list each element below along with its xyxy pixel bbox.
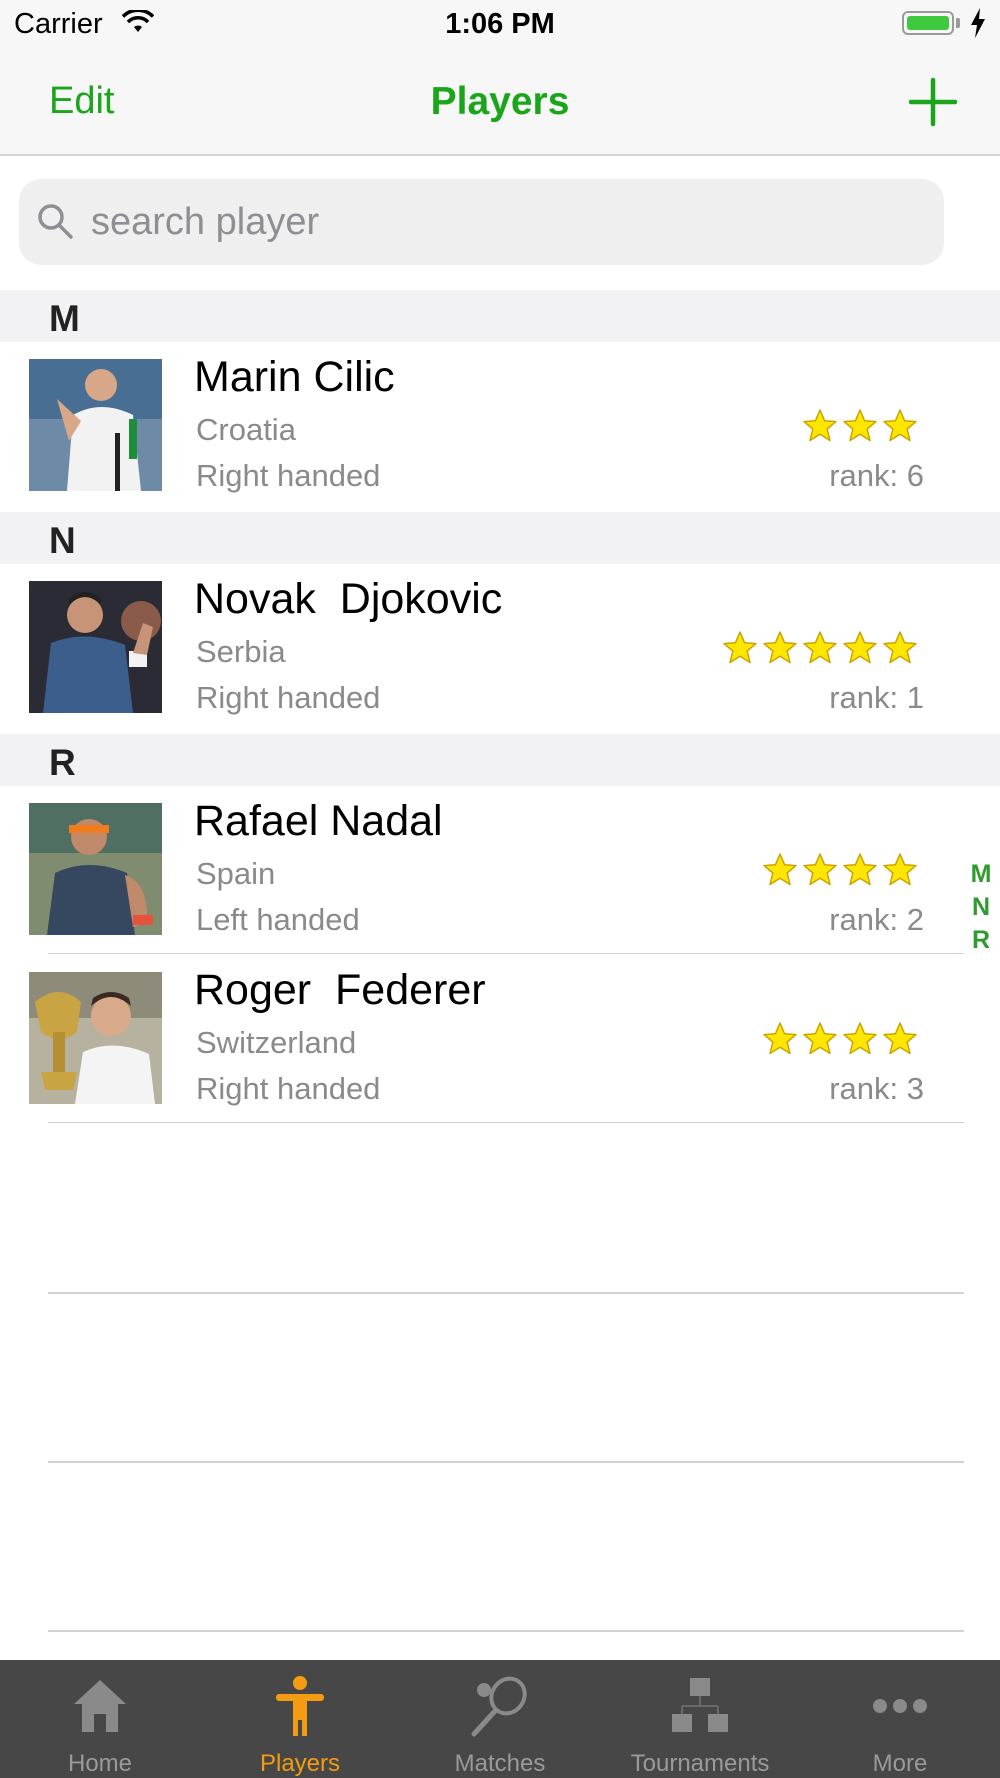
index-letter-r[interactable]: R: [968, 924, 994, 957]
player-name: Novak Djokovic: [194, 575, 503, 623]
row-separator: [48, 952, 964, 954]
star-icon: [843, 1022, 877, 1055]
star-icon: [843, 409, 877, 442]
player-row-novak-djokovic[interactable]: Novak Djokovic Serbia Right handed rank:…: [0, 564, 1000, 732]
row-separator: [48, 1121, 964, 1123]
index-letter-m[interactable]: M: [968, 858, 994, 891]
tennis-racket-icon: [471, 1676, 527, 1737]
section-header-m: M: [0, 290, 1000, 342]
star-rating: [762, 852, 918, 888]
tab-bar: Home Players Matches Tournaments More: [0, 1660, 1000, 1778]
section-letter: R: [49, 742, 76, 783]
navigation-bar: Edit Players: [0, 50, 1000, 156]
player-name: Roger Federer: [194, 966, 486, 1014]
player-handedness: Right handed: [196, 1071, 381, 1106]
tab-label: Home: [67, 1750, 133, 1777]
star-icon: [763, 1022, 797, 1055]
player-rank: rank: 6: [829, 458, 924, 493]
search-bar: [19, 179, 944, 265]
section-header-n: N: [0, 512, 1000, 564]
player-rank: rank: 1: [829, 680, 924, 715]
bracket-icon: [672, 1678, 728, 1732]
star-icon: [723, 631, 757, 664]
star-rating: [722, 630, 918, 666]
empty-row-separator: [48, 1292, 964, 1294]
tab-tournaments[interactable]: Tournaments: [600, 1660, 800, 1778]
player-handedness: Right handed: [196, 680, 381, 715]
more-dots-icon: [873, 1699, 927, 1713]
star-icon: [803, 631, 837, 664]
status-bar: Carrier 1:06 PM: [0, 0, 1000, 50]
empty-row-separator: [48, 1461, 964, 1463]
player-photo: [29, 581, 162, 713]
star-icon: [763, 853, 797, 886]
tab-more[interactable]: More: [800, 1660, 1000, 1778]
star-icon: [803, 853, 837, 886]
index-letter-n[interactable]: N: [968, 891, 994, 924]
status-time: 1:06 PM: [445, 8, 555, 40]
star-icon: [763, 631, 797, 664]
player-rank: rank: 2: [829, 902, 924, 937]
star-icon: [883, 409, 917, 442]
player-photo: [29, 803, 162, 935]
house-icon: [74, 1680, 126, 1732]
section-letter: N: [49, 520, 76, 561]
search-icon: [38, 204, 73, 239]
player-handedness: Left handed: [196, 902, 360, 937]
tab-label: Matches: [454, 1750, 546, 1777]
search-input[interactable]: [91, 197, 911, 247]
tab-label: More: [872, 1750, 928, 1777]
battery-tip: [956, 18, 960, 28]
player-country: Serbia: [196, 634, 286, 669]
star-icon: [883, 853, 917, 886]
player-country: Croatia: [196, 412, 296, 447]
star-rating: [802, 408, 918, 444]
player-row-roger-federer[interactable]: Roger Federer Switzerland Right handed r…: [0, 955, 1000, 1123]
player-row-rafael-nadal[interactable]: Rafael Nadal Spain Left handed rank: 2: [0, 786, 1000, 954]
player-handedness: Right handed: [196, 458, 381, 493]
charging-bolt-icon: [971, 8, 985, 38]
star-icon: [803, 1022, 837, 1055]
section-letter: M: [49, 298, 80, 339]
star-icon: [843, 631, 877, 664]
player-country: Spain: [196, 856, 276, 891]
plus-icon[interactable]: [905, 74, 961, 130]
tab-label: Tournaments: [630, 1750, 770, 1777]
player-photo: [29, 972, 162, 1104]
person-icon: [276, 1676, 324, 1736]
star-icon: [883, 1022, 917, 1055]
empty-row-separator: [48, 1630, 964, 1632]
player-name: Rafael Nadal: [194, 797, 443, 845]
star-icon: [883, 631, 917, 664]
tab-matches[interactable]: Matches: [400, 1660, 600, 1778]
player-row-marin-cilic[interactable]: Marin Cilic Croatia Right handed rank: 6: [0, 342, 1000, 510]
tab-home[interactable]: Home: [0, 1660, 200, 1778]
battery-icon: [902, 11, 954, 35]
player-photo: [29, 359, 162, 491]
tab-label: Players: [259, 1750, 341, 1777]
section-index[interactable]: M N R: [968, 858, 994, 957]
tab-players[interactable]: Players: [200, 1660, 400, 1778]
player-name: Marin Cilic: [194, 353, 395, 401]
player-rank: rank: 3: [829, 1071, 924, 1106]
section-header-r: R: [0, 734, 1000, 786]
star-rating: [762, 1021, 918, 1057]
star-icon: [843, 853, 877, 886]
player-country: Switzerland: [196, 1025, 357, 1060]
page-title: Players: [430, 80, 570, 123]
star-icon: [803, 409, 837, 442]
